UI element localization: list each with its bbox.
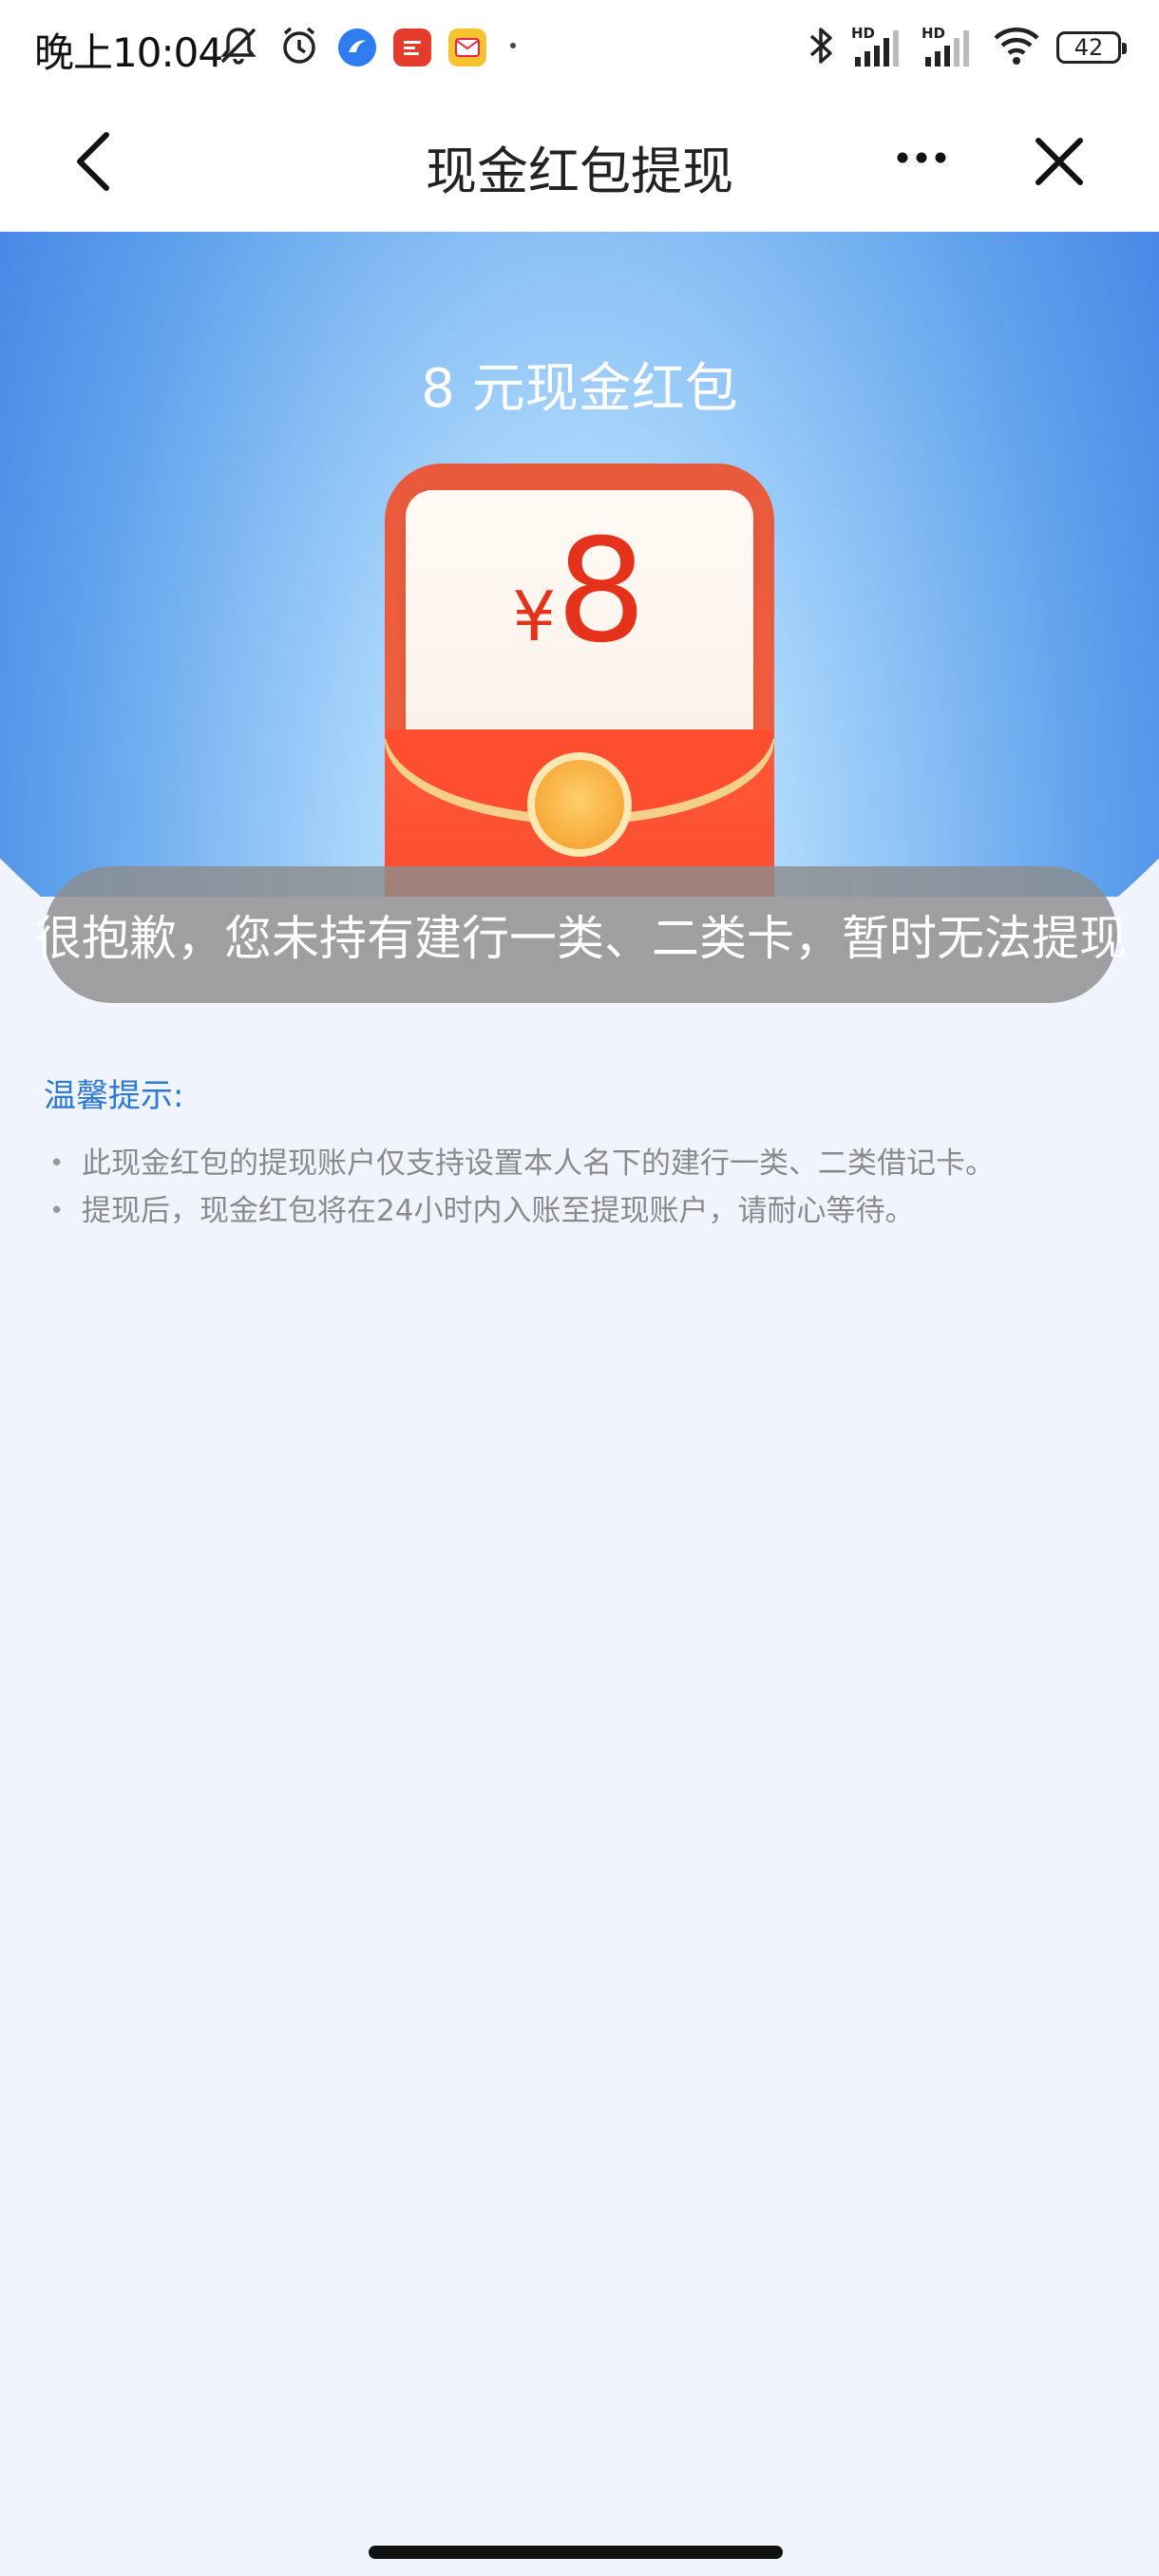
close-button[interactable]: [1021, 123, 1097, 199]
toast-message: 很抱歉，您未持有建行一类、二类卡，暂时无法提现: [34, 911, 1127, 966]
more-horizontal-icon: [897, 152, 946, 163]
tip-item: 此现金红包的提现账户仅支持设置本人名下的建行一类、二类借记卡。: [49, 1140, 995, 1187]
signal-hd-icon: HD: [851, 25, 906, 70]
wifi-icon: [992, 25, 1041, 70]
page-title: 现金红包提现: [426, 142, 733, 201]
coin-seal-icon: [527, 752, 632, 857]
battery-level: 42: [1074, 34, 1104, 61]
status-time: 晚上10:04: [34, 29, 223, 76]
news-app-icon: [393, 28, 431, 66]
status-left-icons: [217, 23, 522, 72]
currency-symbol: ¥: [512, 577, 557, 656]
more-button[interactable]: [884, 129, 960, 196]
status-right-icons: HD HD 42: [806, 21, 1127, 74]
red-packet-hero: 8 元现金红包 ¥8: [0, 232, 1159, 897]
status-bar: 晚上10:04 HD HD 42: [0, 0, 1159, 95]
muted-bell-icon: [217, 24, 260, 71]
tips-list: 此现金红包的提现账户仅支持设置本人名下的建行一类、二类借记卡。 提现后，现金红包…: [49, 1140, 995, 1235]
mail-app-icon: [448, 28, 486, 66]
red-envelope-illustration: ¥8: [385, 464, 774, 897]
tip-item: 提现后，现金红包将在24小时内入账至提现账户，请耐心等待。: [49, 1187, 995, 1235]
alarm-icon: [277, 24, 321, 71]
home-indicator[interactable]: [369, 2546, 783, 2559]
amount-value: 8: [556, 509, 647, 674]
battery-indicator: 42: [1056, 31, 1127, 64]
signal-hd-icon: HD: [922, 25, 977, 70]
browser-app-icon: [338, 28, 376, 66]
envelope-amount: ¥8: [385, 521, 774, 663]
navigation-bar: 现金红包提现: [0, 95, 1159, 232]
more-dot-icon: [504, 36, 522, 59]
close-icon: [1036, 138, 1083, 185]
error-toast: 很抱歉，您未持有建行一类、二类卡，暂时无法提现: [34, 866, 1127, 1003]
bluetooth-icon: [806, 23, 836, 72]
red-packet-title: 8 元现金红包: [421, 358, 738, 420]
tips-title: 温馨提示:: [44, 1077, 184, 1115]
